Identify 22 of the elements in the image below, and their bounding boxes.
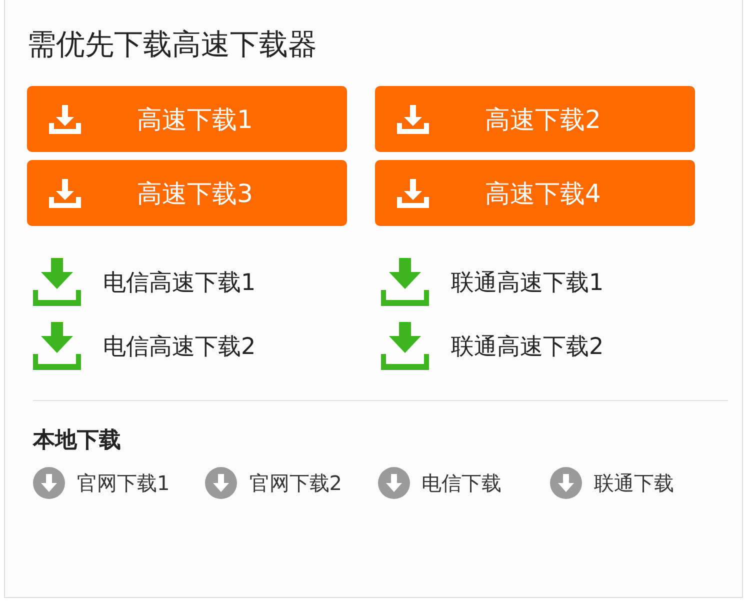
local-download-link[interactable]: 官网下载1 [33, 467, 206, 499]
download-icon [378, 467, 410, 499]
carrier-download-link[interactable]: 联通高速下载1 [381, 258, 604, 306]
download-icon [33, 258, 81, 306]
carrier-download-link[interactable]: 电信高速下载1 [33, 258, 256, 306]
panel-title: 需优先下载高速下载器 [27, 26, 318, 63]
local-download-link[interactable]: 电信下载 [378, 467, 550, 499]
download-icon [381, 258, 429, 306]
download-icon [33, 322, 81, 370]
download-icon [47, 103, 83, 135]
download-icon [395, 103, 431, 135]
carrier-download-link[interactable]: 电信高速下载2 [33, 322, 256, 370]
local-download-link[interactable]: 联通下载 [550, 467, 722, 499]
download-icon [381, 322, 429, 370]
carrier-download-link[interactable]: 联通高速下载2 [381, 322, 604, 370]
local-download-link[interactable]: 官网下载2 [205, 467, 378, 499]
download-icon [550, 467, 582, 499]
download-icon [47, 177, 83, 209]
download-icon [205, 467, 238, 499]
download-icon [395, 177, 431, 209]
section-heading: 本地下载 [33, 427, 122, 455]
download-icon [33, 467, 65, 499]
